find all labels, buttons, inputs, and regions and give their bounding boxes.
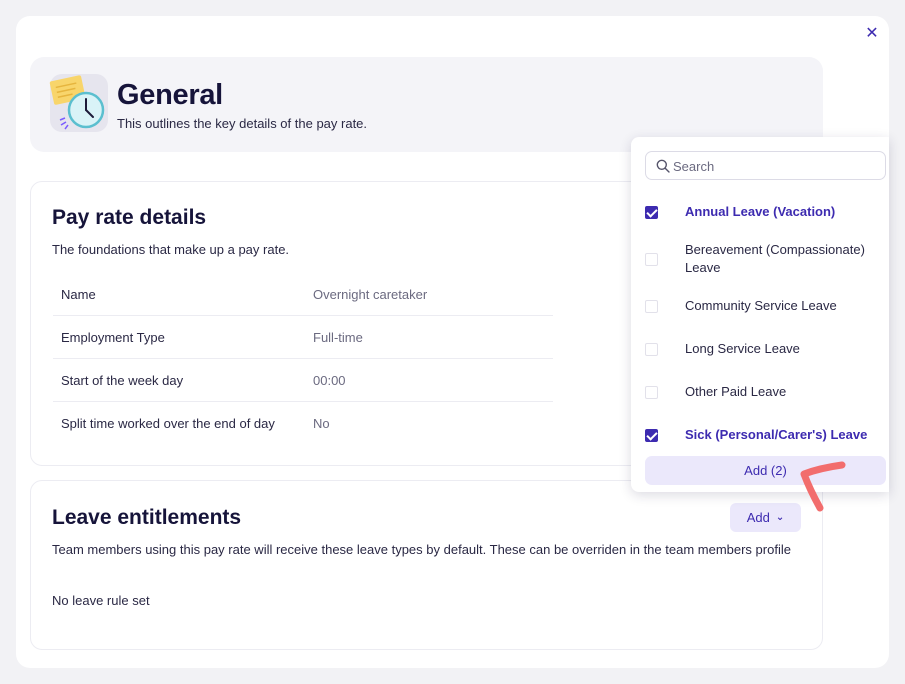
chevron-down-icon: ⌄ <box>775 512 785 523</box>
detail-row-name: Name Overnight caretaker <box>53 273 553 316</box>
page-subtitle: This outlines the key details of the pay… <box>117 116 368 131</box>
checkbox-annual-leave[interactable] <box>645 206 658 219</box>
detail-label: Start of the week day <box>61 373 184 388</box>
detail-value: Overnight caretaker <box>313 287 428 302</box>
search-field[interactable] <box>645 151 886 180</box>
detail-row-split-time: Split time worked over the end of day No <box>53 402 553 445</box>
checkbox-sick-leave[interactable] <box>645 429 658 442</box>
detail-value: Full-time <box>313 330 363 345</box>
detail-value: 00:00 <box>313 373 346 388</box>
checkbox-other-paid-leave[interactable] <box>645 386 658 399</box>
clock-document-icon <box>49 74 108 132</box>
add-leave-button-label: Add <box>746 510 770 525</box>
option-bereavement-leave[interactable]: Bereavement (Compassionate) Leave <box>685 241 875 277</box>
option-sick-leave[interactable]: Sick (Personal/Carer's) Leave <box>685 426 875 444</box>
search-input[interactable] <box>673 157 873 175</box>
search-icon <box>656 159 670 173</box>
detail-row-employment-type: Employment Type Full-time <box>53 316 553 359</box>
detail-row-week-start: Start of the week day 00:00 <box>53 359 553 402</box>
add-leave-button[interactable]: Add ⌄ <box>730 503 801 532</box>
annotation-arrow-icon <box>800 461 846 512</box>
option-long-service-leave[interactable]: Long Service Leave <box>685 340 875 358</box>
checkbox-bereavement-leave[interactable] <box>645 253 658 266</box>
checkbox-community-service-leave[interactable] <box>645 300 658 313</box>
option-other-paid-leave[interactable]: Other Paid Leave <box>685 383 875 401</box>
leave-entitlements-subtitle: Team members using this pay rate will re… <box>52 542 791 557</box>
leave-entitlements-title: Leave entitlements <box>52 506 242 529</box>
pay-rate-details-subtitle: The foundations that make up a pay rate. <box>52 242 290 257</box>
detail-value: No <box>313 416 330 431</box>
page-title: General <box>117 79 223 111</box>
pay-rate-details-title: Pay rate details <box>52 206 207 229</box>
close-icon[interactable]: ✕ <box>862 23 882 43</box>
leave-empty-state: No leave rule set <box>52 593 150 608</box>
checkbox-long-service-leave[interactable] <box>645 343 658 356</box>
option-annual-leave[interactable]: Annual Leave (Vacation) <box>685 203 875 221</box>
detail-label: Employment Type <box>61 330 165 345</box>
detail-label: Name <box>61 287 96 302</box>
detail-label: Split time worked over the end of day <box>61 416 275 431</box>
option-community-service-leave[interactable]: Community Service Leave <box>685 297 875 315</box>
